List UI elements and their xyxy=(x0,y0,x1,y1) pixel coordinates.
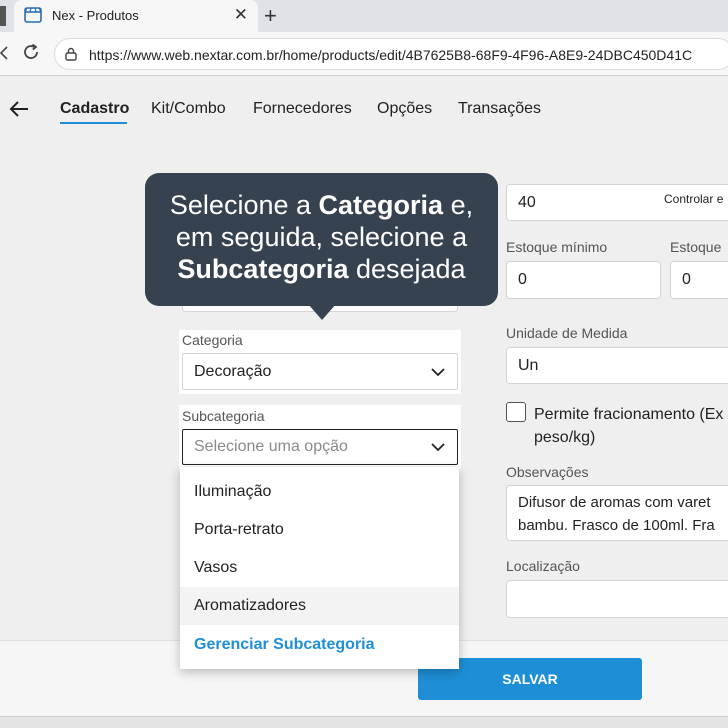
horizontal-scrollbar[interactable] xyxy=(0,716,728,728)
active-tab-indicator xyxy=(60,122,127,124)
manage-subcategory-link[interactable]: Gerenciar Subcategoria xyxy=(180,626,459,664)
chevron-down-icon xyxy=(431,367,445,376)
browser-tab-bar: Nex - Produtos ✕ + xyxy=(0,0,728,32)
option-vasos[interactable]: Vasos xyxy=(180,549,459,587)
fraction-label-line-2: peso/kg) xyxy=(534,429,596,446)
notes-label: Observações xyxy=(506,464,589,480)
fraction-label-line-1: Permite fracionamento (Ex xyxy=(534,406,724,423)
url-field[interactable]: https://www.web.nextar.com.br/home/produ… xyxy=(54,38,728,70)
tooltip-text: Selecione a xyxy=(169,190,319,220)
instruction-tooltip: Selecione a Categoria e, em seguida, sel… xyxy=(145,173,498,306)
max-stock-field[interactable]: 0 xyxy=(670,261,728,299)
lock-icon[interactable] xyxy=(64,47,78,61)
notes-line-2: bambu. Frasco de 100ml. Fra xyxy=(518,517,715,534)
fraction-label: Permite fracionamento (Ex peso/kg) xyxy=(534,403,723,449)
url-text: https://www.web.nextar.com.br/home/produ… xyxy=(89,47,693,63)
category-label: Categoria xyxy=(182,332,243,348)
tooltip-text: e, xyxy=(443,190,474,220)
tooltip-text: desejada xyxy=(348,254,466,284)
store-icon xyxy=(24,7,42,23)
tab-transacoes[interactable]: Transações xyxy=(458,100,541,118)
product-nav: Cadastro Kit/Combo Fornecedores Opções T… xyxy=(0,76,728,142)
chevron-down-icon xyxy=(431,443,445,452)
fraction-checkbox[interactable] xyxy=(506,402,526,422)
tooltip-line-3: Subcategoria desejada xyxy=(145,253,498,285)
min-stock-field[interactable]: 0 xyxy=(506,261,661,299)
tooltip-pointer xyxy=(308,304,336,320)
subcategory-dropdown: Iluminação Porta-retrato Vasos Aromatiza… xyxy=(180,467,459,669)
location-field[interactable] xyxy=(506,580,728,618)
reload-icon[interactable] xyxy=(20,41,42,63)
tab-fornecedores[interactable]: Fornecedores xyxy=(253,100,352,118)
tab-kit-combo[interactable]: Kit/Combo xyxy=(151,100,226,118)
close-tab-icon[interactable]: ✕ xyxy=(234,5,248,25)
new-tab-icon[interactable]: + xyxy=(264,3,277,29)
tab-title: Nex - Produtos xyxy=(52,8,139,23)
browser-tab[interactable]: Nex - Produtos ✕ xyxy=(14,0,258,32)
category-value: Decoração xyxy=(194,362,272,380)
unit-label: Unidade de Medida xyxy=(506,325,628,341)
previous-tab-edge[interactable] xyxy=(0,6,6,26)
tooltip-line-1: Selecione a Categoria e, xyxy=(145,189,498,221)
notes-field[interactable]: Difusor de aromas com varet bambu. Frasc… xyxy=(506,485,728,541)
tooltip-line-2: em seguida, selecione a xyxy=(175,222,468,252)
option-porta-retrato[interactable]: Porta-retrato xyxy=(180,511,459,549)
notes-line-1: Difusor de aromas com varet xyxy=(518,494,711,511)
browser-back-icon[interactable] xyxy=(0,46,8,60)
tab-cadastro[interactable]: Cadastro xyxy=(60,100,129,118)
option-iluminacao[interactable]: Iluminação xyxy=(180,473,459,511)
subcategory-select[interactable]: Selecione uma opção xyxy=(182,429,458,465)
location-label: Localização xyxy=(506,558,580,574)
category-select[interactable]: Decoração xyxy=(182,353,458,390)
subcategory-label: Subcategoria xyxy=(182,408,265,424)
max-stock-label: Estoque xyxy=(670,239,722,255)
tab-opcoes[interactable]: Opções xyxy=(377,100,432,118)
control-stock-label[interactable]: Controlar e xyxy=(664,192,723,206)
tooltip-emphasis-subcategoria: Subcategoria xyxy=(177,254,349,284)
tooltip-emphasis-categoria: Categoria xyxy=(318,190,444,220)
option-aromatizadores[interactable]: Aromatizadores xyxy=(180,587,459,625)
subcategory-placeholder: Selecione uma opção xyxy=(194,438,348,455)
min-stock-label: Estoque mínimo xyxy=(506,239,608,255)
address-bar: https://www.web.nextar.com.br/home/produ… xyxy=(0,32,728,76)
unit-field[interactable]: Un xyxy=(506,347,728,384)
back-arrow-icon[interactable] xyxy=(8,98,30,120)
